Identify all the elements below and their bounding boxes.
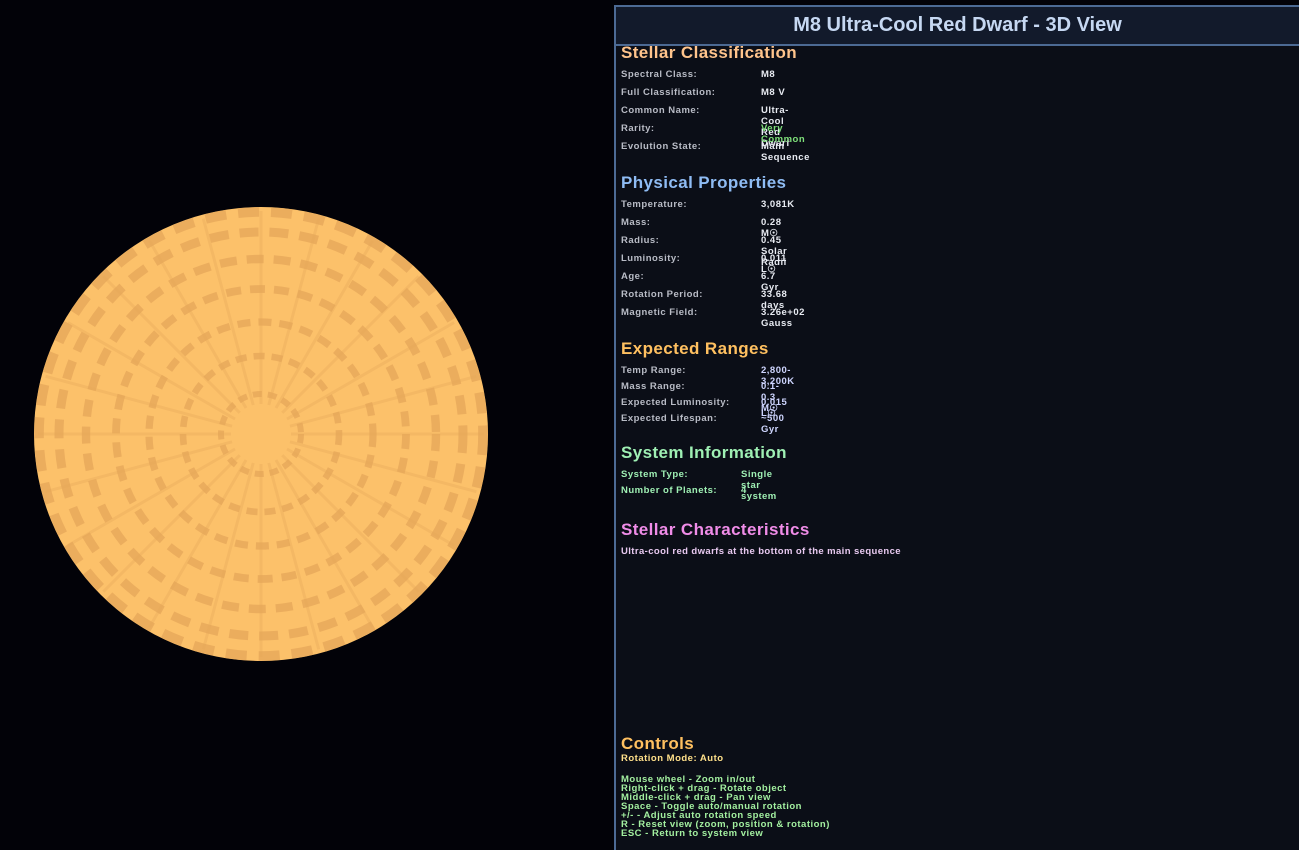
- row-value: ~500 Gyr: [761, 413, 785, 435]
- row-label: Rotation Period:: [621, 289, 703, 300]
- row-label: Rarity:: [621, 123, 655, 134]
- row-label: Expected Luminosity:: [621, 397, 730, 408]
- physical-row: Mass: 0.28 M☉: [621, 217, 786, 239]
- row-label: Radius:: [621, 235, 660, 246]
- system-row: System Type: Single star system: [621, 469, 787, 502]
- physical-row: Magnetic Field: 3.26e+02 Gauss: [621, 307, 804, 329]
- row-label: System Type:: [621, 469, 689, 480]
- 3d-viewport[interactable]: [0, 0, 614, 850]
- classification-row: Common Name: Ultra-Cool Red Dwarf: [621, 105, 797, 149]
- section-title-physical: Physical Properties: [621, 173, 787, 192]
- row-label: Spectral Class:: [621, 69, 698, 80]
- classification-row: Spectral Class: M8: [621, 69, 797, 87]
- row-value: M8 V: [761, 87, 786, 98]
- ranges-row: Expected Lifespan: ~500 Gyr: [621, 413, 784, 435]
- physical-row: Luminosity: 0.011 L☉: [621, 253, 786, 275]
- classification-row: Rarity: Very Common: [621, 123, 805, 145]
- row-label: Common Name:: [621, 105, 700, 116]
- row-label: Expected Lifespan:: [621, 413, 718, 424]
- row-value: 4: [741, 485, 747, 496]
- physical-row: Age: 6.7 Gyr: [621, 271, 786, 293]
- panel-title: M8 Ultra-Cool Red Dwarf - 3D View: [616, 7, 1299, 46]
- row-label: Full Classification:: [621, 87, 716, 98]
- row-label: Evolution State:: [621, 141, 702, 152]
- classification-row: Full Classification: M8 V: [621, 87, 797, 105]
- row-label: Mass:: [621, 217, 651, 228]
- ranges-row: Temp Range: 2,800-3,200K: [621, 365, 794, 387]
- ranges-row: Mass Range: 0.1-0.3 M☉: [621, 381, 779, 414]
- physical-row: Radius: 0.45 Solar Radii: [621, 235, 787, 268]
- row-label: Number of Planets:: [621, 485, 718, 496]
- controls-section: Controls Rotation Mode: Auto Mouse wheel…: [621, 734, 830, 839]
- row-label: Magnetic Field:: [621, 307, 698, 318]
- row-label: Temp Range:: [621, 365, 686, 376]
- stellar-characteristics-section: Stellar Characteristics Ultra-cool red d…: [621, 520, 901, 557]
- classification-row: Evolution State: Main Sequence: [621, 141, 809, 163]
- stellar-classification-section: Stellar Classification Spectral Class: M8…: [621, 43, 809, 163]
- info-panel: M8 Ultra-Cool Red Dwarf - 3D View Stella…: [614, 5, 1299, 850]
- star-sphere[interactable]: [0, 0, 614, 850]
- row-label: Mass Range:: [621, 381, 686, 392]
- row-value: M8: [761, 69, 776, 80]
- controls-list: Mouse wheel - Zoom in/out Right-click + d…: [621, 775, 830, 839]
- section-title-system: System Information: [621, 443, 787, 462]
- characteristics-description: Ultra-cool red dwarfs at the bottom of t…: [621, 546, 901, 557]
- row-value: Main Sequence: [761, 141, 810, 163]
- row-label: Temperature:: [621, 199, 688, 210]
- row-value: 3,081K: [761, 199, 795, 210]
- rotation-mode-status: Rotation Mode: Auto: [621, 753, 724, 764]
- row-label: Luminosity:: [621, 253, 681, 264]
- expected-ranges-section: Expected Ranges Temp Range: 2,800-3,200K M…: [621, 339, 794, 435]
- section-title-ranges: Expected Ranges: [621, 339, 769, 358]
- section-title-controls: Controls: [621, 734, 695, 753]
- physical-properties-section: Physical Properties Temperature: 3,081K Ma…: [621, 173, 804, 329]
- section-title-classification: Stellar Classification: [621, 43, 798, 62]
- physical-row: Rotation Period: 33.68 days: [621, 289, 787, 311]
- section-title-characteristics: Stellar Characteristics: [621, 520, 810, 539]
- system-row: Number of Planets: 4: [621, 485, 787, 501]
- control-hint: ESC - Return to system view: [621, 828, 764, 839]
- row-value: 3.26e+02 Gauss: [761, 307, 805, 329]
- physical-row: Temperature: 3,081K: [621, 199, 794, 217]
- system-information-section: System Information System Type: Single st…: [621, 443, 787, 502]
- row-label: Age:: [621, 271, 645, 282]
- ranges-row: Expected Luminosity: 0.015 L☉: [621, 397, 787, 419]
